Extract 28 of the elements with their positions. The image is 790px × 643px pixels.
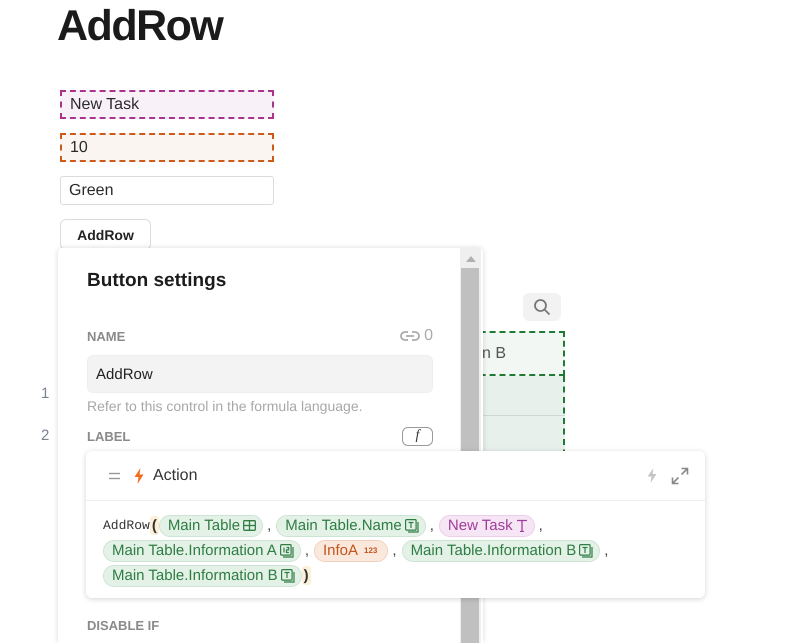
popup-title: Action xyxy=(153,466,198,484)
comma: , xyxy=(538,517,543,534)
function-name: AddRow xyxy=(103,518,150,533)
field-label: DISABLE IF xyxy=(87,618,160,632)
reference-label: Main Table.Information A xyxy=(112,542,277,559)
reference-label: Main Table xyxy=(168,517,240,534)
reference-label: Main Table.Information B xyxy=(410,542,576,559)
row-number: 2 xyxy=(41,427,50,444)
comma: , xyxy=(392,542,397,559)
number-type-label: 123 xyxy=(364,546,378,555)
reference-label: Main Table.Information B xyxy=(112,567,278,584)
comma: , xyxy=(267,517,272,534)
comma: , xyxy=(430,517,434,534)
reference-label: InfoA xyxy=(323,542,358,559)
field-label: LABEL xyxy=(87,430,130,444)
page-title: AddRow xyxy=(57,2,222,50)
comma: , xyxy=(304,542,309,559)
parenthesis: ( xyxy=(150,516,159,535)
comma: , xyxy=(604,542,608,559)
hint-text: Refer to this control in the formula language. xyxy=(87,398,364,414)
reference-label: New Task xyxy=(448,517,513,534)
reference-label: Main Table.Name xyxy=(285,517,402,534)
panel-title: Button settings xyxy=(87,270,228,293)
field-label: NAME xyxy=(87,328,126,344)
column-header: n B xyxy=(482,344,506,362)
parenthesis: ) xyxy=(302,566,311,585)
row-number: 1 xyxy=(41,385,50,402)
reference-count: 0 xyxy=(424,327,433,345)
